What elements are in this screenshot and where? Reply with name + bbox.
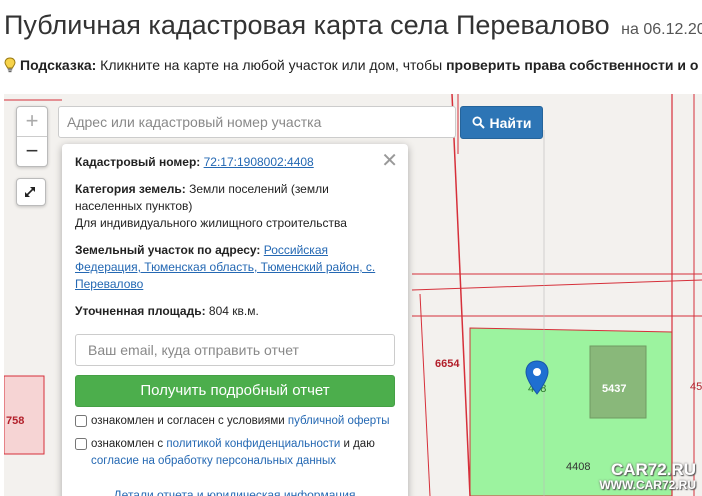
land-category-row: Категория земель: Земли поселений (земли…: [75, 181, 394, 232]
consent-privacy-row: ознакомлен с политикой конфиденциальност…: [75, 436, 394, 470]
hint-emphasis: проверить права собственности и о: [446, 57, 699, 73]
zoom-control: + −: [16, 106, 48, 167]
parcel-label-45: 45: [690, 381, 702, 393]
parcel-label-4408: 4408: [566, 461, 590, 473]
personal-data-consent-link[interactable]: согласие на обработку персональных данны…: [91, 455, 336, 467]
land-category-label: Категория земель:: [75, 182, 186, 196]
search-icon: [472, 116, 485, 129]
page-title-text: Публичная кадастровая карта села Перевал…: [4, 10, 610, 40]
close-icon[interactable]: ✕: [381, 148, 398, 173]
hint-text: Кликните на карте на любой участок или д…: [96, 57, 447, 73]
zoom-out-button[interactable]: −: [17, 137, 47, 166]
consent-offer-text: ознакомлен и согласен с условиями публич…: [91, 413, 389, 430]
hint-label: Подсказка:: [20, 57, 97, 73]
consent-privacy-checkbox[interactable]: [75, 438, 87, 450]
search-input[interactable]: [58, 106, 456, 138]
fullscreen-button[interactable]: [16, 178, 46, 206]
page-title: Публичная кадастровая карта села Перевал…: [4, 8, 702, 47]
consent-privacy-text: ознакомлен с политикой конфиденциальност…: [91, 436, 394, 470]
cadastral-map[interactable]: 6654 4408 5437 458 758 45 + − Найти ✕ Ка…: [4, 94, 702, 496]
address-row: Земельный участок по адресу: Российская …: [75, 242, 394, 293]
watermark-line2: WWW.CAR72.RU: [599, 478, 696, 492]
report-details-link[interactable]: Детали отчета и юридическая информация: [75, 488, 394, 496]
lightbulb-icon: [4, 57, 16, 78]
expand-icon: [25, 187, 35, 197]
hint-bar: Подсказка: Кликните на карте на любой уч…: [4, 55, 702, 78]
area-label: Уточненная площадь:: [75, 304, 206, 318]
parcel-label-758: 758: [6, 415, 24, 427]
watermark-line1: CAR72.RU: [610, 460, 696, 479]
land-usage-value: Для индивидуального жилищного строительс…: [75, 216, 347, 230]
consent-privacy-label: ознакомлен с: [91, 438, 167, 450]
area-value: 804 кв.м.: [205, 304, 259, 318]
consent-privacy-label-2: и даю: [340, 438, 375, 450]
watermark: CAR72.RU WWW.CAR72.RU: [599, 461, 696, 492]
consent-offer-checkbox[interactable]: [75, 415, 87, 427]
search-button[interactable]: Найти: [460, 106, 543, 139]
cadastral-number-label: Кадастровый номер:: [75, 155, 201, 169]
building[interactable]: [589, 345, 647, 419]
consent-offer-label: ознакомлен и согласен с условиями: [91, 415, 288, 427]
map-pin-icon[interactable]: [524, 360, 550, 401]
search-button-label: Найти: [489, 114, 532, 131]
cadastral-number-link[interactable]: 72:17:1908002:4408: [204, 155, 314, 169]
parcel-info-popup: ✕ Кадастровый номер: 72:17:1908002:4408 …: [62, 144, 408, 496]
parcel-label-5437: 5437: [602, 383, 626, 395]
get-report-button[interactable]: Получить подробный отчет: [75, 375, 395, 407]
email-input[interactable]: [75, 334, 395, 366]
consent-offer-row: ознакомлен и согласен с условиями публич…: [75, 413, 394, 430]
public-offer-link[interactable]: публичной оферты: [288, 415, 390, 427]
zoom-in-button[interactable]: +: [17, 107, 47, 137]
parcel-label-6654: 6654: [435, 358, 460, 370]
address-label: Земельный участок по адресу:: [75, 243, 261, 257]
cadastral-number-row: Кадастровый номер: 72:17:1908002:4408: [75, 154, 394, 171]
area-row: Уточненная площадь: 804 кв.м.: [75, 303, 394, 320]
page-title-date: на 06.12.2024: [621, 21, 702, 38]
privacy-policy-link[interactable]: политикой конфиденциальности: [166, 438, 340, 450]
